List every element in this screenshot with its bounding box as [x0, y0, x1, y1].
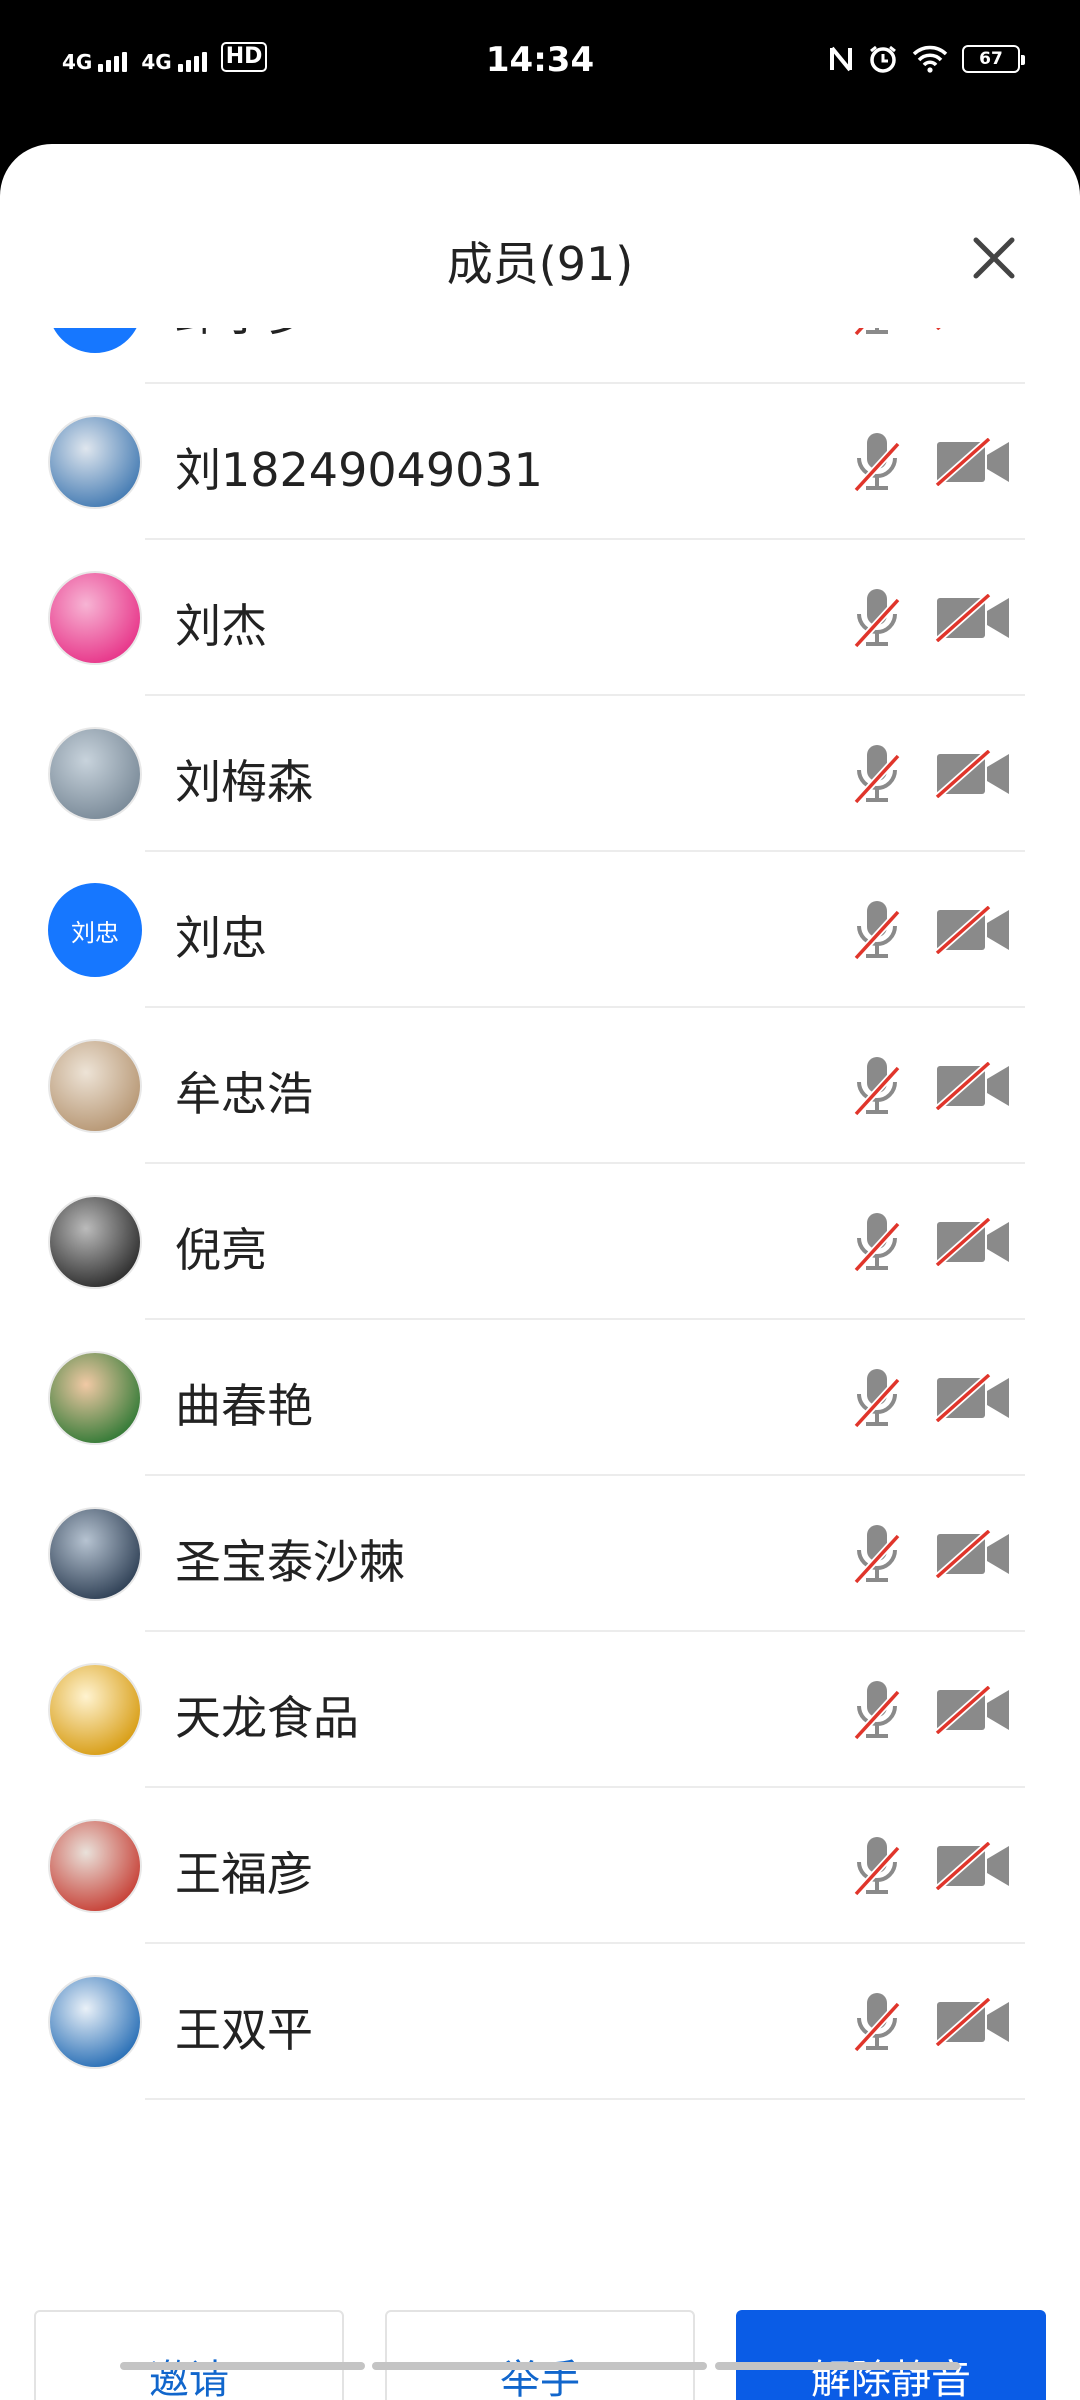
camera-off-icon[interactable] [935, 328, 1011, 330]
member-name: 刘18249049031 [175, 443, 543, 497]
member-row[interactable]: 王福彦 [0, 1788, 1080, 1944]
member-name: 刘杰 [175, 599, 267, 653]
camera-off-icon[interactable] [935, 906, 1011, 954]
nav-indicator [372, 2362, 707, 2370]
camera-off-icon[interactable] [935, 750, 1011, 798]
avatar: 小梦 [48, 328, 142, 353]
member-name: 王双平 [175, 2003, 313, 2057]
status-bar: 4G 4G HD 14:34 67 [0, 0, 1080, 140]
avatar: 刘忠 [48, 883, 142, 977]
member-row[interactable]: 王双平 [0, 1944, 1080, 2100]
member-name: 倪亮 [175, 1223, 267, 1277]
camera-off-icon[interactable] [935, 1374, 1011, 1422]
camera-off-icon[interactable] [935, 1998, 1011, 2046]
member-row[interactable]: 刘忠 刘忠 [0, 852, 1080, 1008]
member-name: 曲春艳 [175, 1379, 313, 1433]
mic-muted-icon[interactable] [852, 1678, 902, 1742]
avatar [48, 1351, 142, 1445]
member-name: 刘忠 [175, 911, 267, 965]
avatar [48, 1507, 142, 1601]
mic-muted-icon[interactable] [852, 1210, 902, 1274]
battery-icon: 67 [962, 45, 1025, 73]
member-name: 天龙食品 [175, 1691, 359, 1745]
member-list[interactable]: 小梦 邱小梦刘18249049031 刘杰刘梅森刘忠刘忠牟忠浩倪亮曲春艳圣宝泰沙棘天… [0, 328, 1080, 2278]
mic-muted-icon[interactable] [852, 1366, 902, 1430]
row-divider [145, 2098, 1025, 2100]
avatar [48, 1663, 142, 1757]
camera-off-icon[interactable] [935, 594, 1011, 642]
avatar [48, 1039, 142, 1133]
nfc-icon [830, 46, 852, 72]
invite-button[interactable]: 邀请 [34, 2310, 344, 2400]
avatar [48, 415, 142, 509]
nav-indicator [120, 2362, 365, 2370]
battery-level: 67 [979, 49, 1003, 69]
unmute-button[interactable]: 解除静音 [736, 2310, 1046, 2400]
camera-off-icon[interactable] [935, 1218, 1011, 1266]
members-sheet: 成员(91) 小梦 邱小梦刘18249049031 刘杰刘梅森刘忠刘忠牟忠浩倪亮曲春… [0, 144, 1080, 2400]
member-name: 王福彦 [175, 1847, 313, 1901]
nav-indicator [715, 2362, 960, 2370]
avatar [48, 571, 142, 665]
member-name: 牟忠浩 [175, 1067, 313, 1121]
mic-muted-icon[interactable] [852, 1522, 902, 1586]
status-right: 67 [828, 44, 1025, 74]
close-icon[interactable] [968, 232, 1020, 284]
member-row[interactable]: 倪亮 [0, 1164, 1080, 1320]
mic-muted-icon[interactable] [852, 430, 902, 494]
raise-hand-button[interactable]: 举手 [385, 2310, 695, 2400]
mic-muted-icon[interactable] [852, 898, 902, 962]
avatar [48, 1819, 142, 1913]
avatar [48, 1975, 142, 2069]
mic-muted-icon[interactable] [852, 742, 902, 806]
member-row[interactable]: 小梦 邱小梦 [0, 328, 1080, 384]
avatar [48, 1195, 142, 1289]
wifi-icon [912, 45, 948, 73]
alarm-icon [870, 45, 896, 73]
member-row[interactable]: 刘梅森 [0, 696, 1080, 852]
mic-muted-icon[interactable] [852, 586, 902, 650]
member-name: 圣宝泰沙棘 [175, 1535, 405, 1589]
member-row[interactable]: 刘18249049031 [0, 384, 1080, 540]
bottom-action-bar: 邀请 举手 解除静音 [0, 2310, 1080, 2400]
camera-off-icon[interactable] [935, 1062, 1011, 1110]
member-row[interactable]: 天龙食品 [0, 1632, 1080, 1788]
member-row[interactable]: 牟忠浩 [0, 1008, 1080, 1164]
camera-off-icon[interactable] [935, 1530, 1011, 1578]
camera-off-icon[interactable] [935, 438, 1011, 486]
sheet-title: 成员(91) [446, 237, 634, 291]
avatar [48, 727, 142, 821]
mic-muted-icon[interactable] [852, 1990, 902, 2054]
mic-muted-icon[interactable] [852, 1054, 902, 1118]
member-row[interactable]: 曲春艳 [0, 1320, 1080, 1476]
mic-muted-icon[interactable] [852, 328, 902, 338]
camera-off-icon[interactable] [935, 1686, 1011, 1734]
member-row[interactable]: 圣宝泰沙棘 [0, 1476, 1080, 1632]
camera-off-icon[interactable] [935, 1842, 1011, 1890]
mic-muted-icon[interactable] [852, 1834, 902, 1898]
member-name: 刘梅森 [175, 755, 313, 809]
member-row[interactable]: 刘杰 [0, 540, 1080, 696]
member-name: 邱小梦 [175, 328, 313, 344]
